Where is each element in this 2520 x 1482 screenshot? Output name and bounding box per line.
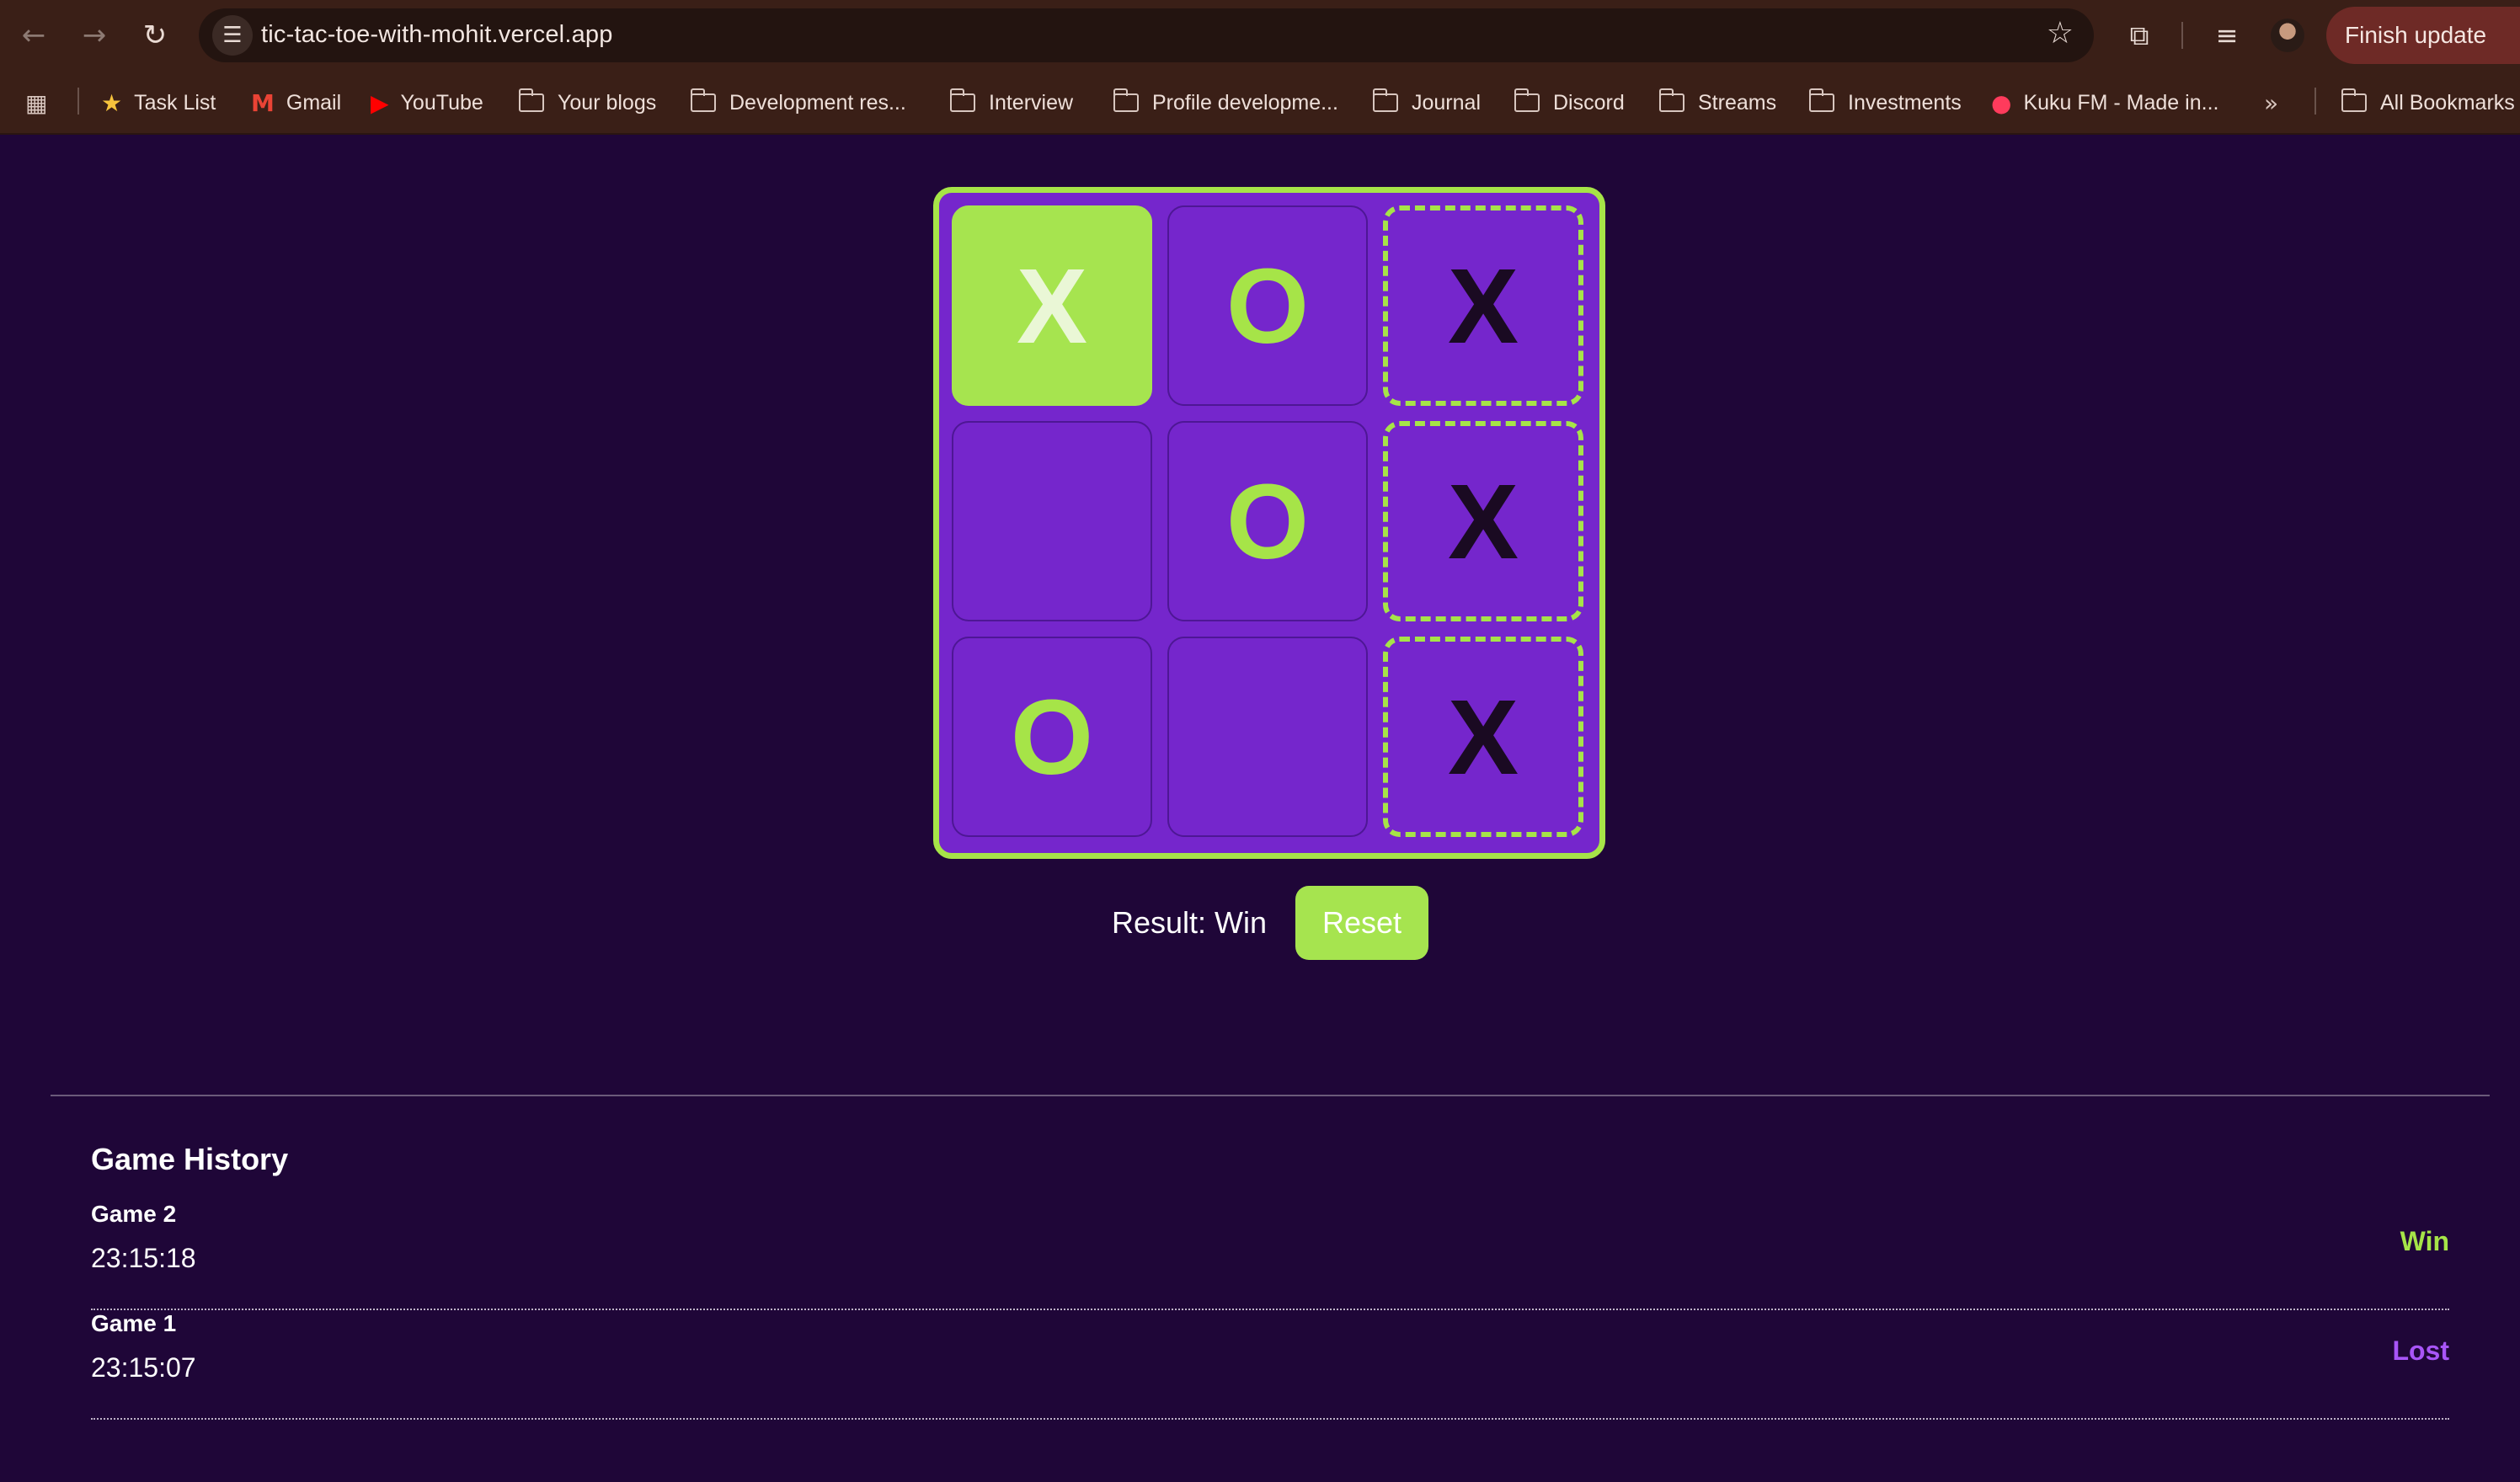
bookmark-label: Your blogs [558, 90, 657, 115]
gmail-icon: M [251, 88, 275, 117]
history-item: Game 2 23:15:18 Win [91, 1201, 2449, 1310]
finish-update-button[interactable]: Finish update [2326, 7, 2520, 64]
folder-icon [949, 88, 975, 112]
board-cell-2-0[interactable]: O [952, 637, 1152, 837]
history-game-time: 23:15:07 [91, 1352, 196, 1383]
history-game-result: Lost [2392, 1335, 2449, 1366]
bookmark-youtube[interactable]: ▶ YouTube [371, 88, 483, 117]
history-item: Game 1 23:15:07 Lost [91, 1310, 2449, 1420]
toolbar-divider [2181, 22, 2183, 49]
bookmark-development-res[interactable]: Development res... [690, 88, 906, 116]
history-game-result: Win [2400, 1226, 2449, 1256]
bookmark-investments[interactable]: Investments [1808, 88, 1962, 116]
reset-button[interactable]: Reset [1295, 886, 1429, 960]
bookmark-label: Discord [1553, 90, 1625, 115]
cell-mark: O [1225, 246, 1309, 365]
bookmark-label: Investments [1848, 90, 1962, 115]
star-icon: ★ [101, 88, 123, 117]
history-game-name: Game 2 [91, 1201, 177, 1227]
board-cell-1-0[interactable] [952, 421, 1152, 621]
board-cell-0-1[interactable]: O [1167, 205, 1368, 406]
history-game-name: Game 1 [91, 1310, 177, 1336]
media-control-icon[interactable]: ≡ [2207, 15, 2247, 56]
board-cell-1-2[interactable]: X [1383, 421, 1583, 621]
game-history-title: Game History [91, 1142, 289, 1176]
reload-icon[interactable]: ↻ [135, 15, 175, 56]
cell-mark: O [1225, 461, 1309, 581]
folder-icon [2341, 88, 2367, 112]
bookmark-label: All Bookmarks [2380, 90, 2515, 115]
profile-avatar[interactable] [2271, 19, 2304, 52]
result-row: Result: Win Reset [1112, 886, 1429, 960]
bookmark-label: Streams [1698, 90, 1777, 115]
board-cell-0-2[interactable]: X [1383, 205, 1583, 406]
address-bar[interactable]: ☰ tic-tac-toe-with-mohit.vercel.app ☆ [199, 8, 2094, 62]
extensions-icon[interactable]: ⧉ [2119, 15, 2160, 56]
kukufm-icon: ● [1991, 88, 2012, 117]
board-cell-0-0[interactable]: X [952, 205, 1152, 406]
folder-icon [1514, 88, 1540, 112]
site-info-icon[interactable]: ☰ [212, 15, 253, 56]
bookmarks-divider [2314, 88, 2316, 115]
folder-icon [1372, 88, 1398, 112]
bookmark-star-icon[interactable]: ☆ [2047, 16, 2074, 51]
cell-mark: X [1447, 677, 1519, 797]
result-text: Result: Win [1112, 905, 1268, 940]
bookmark-journal[interactable]: Journal [1372, 88, 1481, 116]
bookmark-label: Kuku FM - Made in... [2023, 90, 2219, 115]
url-text[interactable]: tic-tac-toe-with-mohit.vercel.app [261, 21, 613, 49]
forward-arrow-icon[interactable]: → [74, 15, 115, 56]
bookmark-interview[interactable]: Interview [949, 88, 1074, 116]
cell-mark: X [1016, 246, 1088, 365]
folder-icon [518, 88, 544, 112]
more-bookmarks-chevron-icon[interactable]: » [2264, 89, 2278, 117]
all-bookmarks[interactable]: All Bookmarks [2341, 88, 2515, 116]
youtube-icon: ▶ [371, 88, 389, 117]
section-divider [51, 1095, 2490, 1096]
bookmark-streams[interactable]: Streams [1658, 88, 1777, 116]
folder-icon [1658, 88, 1684, 112]
bookmark-task-list[interactable]: ★ Task List [101, 88, 216, 117]
board-cell-1-1[interactable]: O [1167, 421, 1368, 621]
cell-mark: X [1447, 246, 1519, 365]
cell-mark: O [1010, 677, 1093, 797]
folder-icon [1808, 88, 1834, 112]
game-board: X O X O X O X [933, 187, 1605, 859]
bookmark-label: YouTube [400, 90, 483, 115]
bookmark-label: Gmail [286, 90, 342, 115]
cell-mark: X [1447, 461, 1519, 581]
bookmark-profile-developme[interactable]: Profile developme... [1113, 88, 1338, 116]
bookmarks-divider [77, 88, 79, 115]
bookmark-label: Profile developme... [1152, 90, 1338, 115]
browser-toolbar: ← → ↻ ☰ tic-tac-toe-with-mohit.vercel.ap… [0, 0, 2520, 71]
bookmark-label: Journal [1412, 90, 1481, 115]
bookmark-label: Task List [134, 90, 216, 115]
history-game-time: 23:15:18 [91, 1243, 196, 1273]
bookmark-gmail[interactable]: M Gmail [251, 88, 342, 117]
bookmark-label: Development res... [729, 90, 906, 115]
bookmark-discord[interactable]: Discord [1514, 88, 1625, 116]
folder-icon [1113, 88, 1139, 112]
board-cell-2-2[interactable]: X [1383, 637, 1583, 837]
apps-grid-icon[interactable]: ▦ [25, 89, 59, 117]
bookmark-your-blogs[interactable]: Your blogs [518, 88, 657, 116]
bookmark-kuku-fm[interactable]: ● Kuku FM - Made in... [1991, 88, 2219, 117]
back-arrow-icon[interactable]: ← [13, 15, 54, 56]
board-cell-2-1[interactable] [1167, 637, 1368, 837]
bookmark-label: Interview [989, 90, 1074, 115]
folder-icon [690, 88, 716, 112]
